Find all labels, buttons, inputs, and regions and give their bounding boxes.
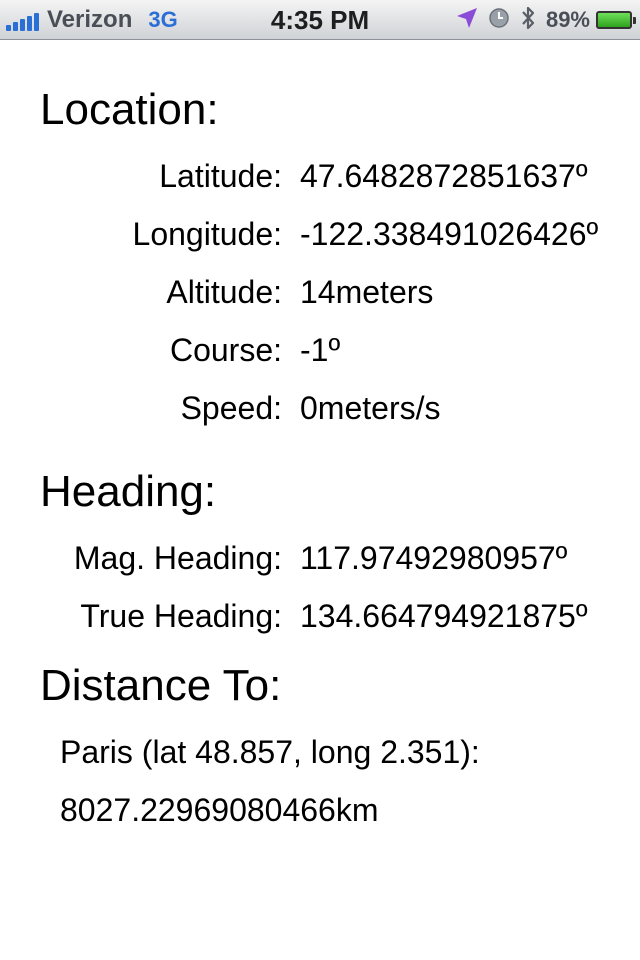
speed-value: 0meters/s <box>300 390 441 426</box>
battery-percent: 89% <box>545 7 590 32</box>
clock-icon <box>488 7 510 34</box>
altitude-value: 14meters <box>300 274 434 310</box>
distance-section-title: Distance To: <box>40 661 282 710</box>
status-bar-right: 89% <box>446 0 636 40</box>
battery-icon <box>596 11 636 29</box>
bluetooth-icon <box>520 5 536 36</box>
course-label: Course: <box>169 332 282 368</box>
location-section-title: Location: <box>40 85 219 134</box>
true-heading-label: True Heading: <box>80 598 282 634</box>
latitude-label: Latitude: <box>159 158 282 194</box>
latitude-value: 47.6482872851637º <box>300 158 588 194</box>
location-arrow-icon <box>456 7 478 34</box>
mag-heading-label: Mag. Heading: <box>73 540 282 576</box>
distance-destination: Paris (lat 48.857, long 2.351): <box>60 734 480 770</box>
longitude-label: Longitude: <box>132 216 282 252</box>
distance-value: 8027.22969080466km <box>60 792 379 828</box>
longitude-value: -122.338491026426º <box>300 216 599 252</box>
mag-heading-value: 117.97492980957º <box>300 540 568 576</box>
altitude-label: Altitude: <box>166 274 282 310</box>
heading-section-title: Heading: <box>40 467 217 516</box>
true-heading-value: 134.664794921875º <box>300 598 588 634</box>
speed-label: Speed: <box>180 390 282 426</box>
status-bar: Verizon 3G 4:35 PM 89% <box>0 0 640 40</box>
course-value: -1º <box>300 332 341 368</box>
